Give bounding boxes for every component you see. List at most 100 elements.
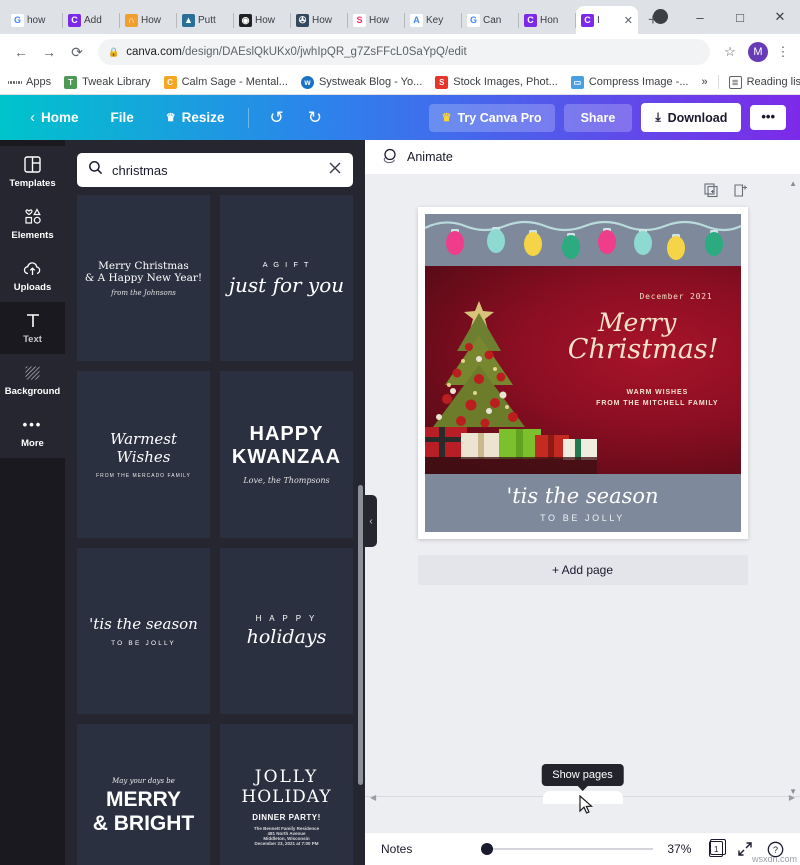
sidebar-label: Elements <box>11 230 54 241</box>
bookmark-apps[interactable]: Apps <box>8 76 51 89</box>
template-line: 'tis the season <box>89 614 198 633</box>
browser-tab-active[interactable]: C I ✕ <box>576 6 638 34</box>
template-line: from the Johnsons <box>111 288 176 297</box>
templates-scroll[interactable]: Merry Christmas & A Happy New Year! from… <box>65 195 365 865</box>
share-button[interactable]: Share <box>563 103 633 132</box>
bookmarks-overflow-button[interactable]: » <box>701 76 707 88</box>
kebab-menu-icon[interactable]: ⋮ <box>774 45 792 58</box>
browser-tab[interactable]: C Add <box>63 6 120 34</box>
back-icon[interactable]: ← <box>8 39 34 65</box>
maximize-button[interactable]: □ <box>720 10 760 25</box>
bookmark-item[interactable]: w Systweak Blog - Yo... <box>300 75 422 89</box>
template-card[interactable]: May your days be MERRY & BRIGHT <box>77 723 210 865</box>
design-page[interactable]: December 2021 Merry Christmas! WARM WISH… <box>417 207 748 539</box>
home-button[interactable]: ‹ Home <box>14 109 95 126</box>
warm-line-1: WARM WISHES <box>626 389 689 396</box>
bookmark-item[interactable]: ▭ Compress Image -... <box>570 75 688 89</box>
more-options-button[interactable]: ••• <box>750 105 786 130</box>
browser-tab[interactable]: A Key <box>405 6 462 34</box>
canvas-area[interactable]: ▲ December 2021 Merry Christmas! WARM WI… <box>365 175 800 832</box>
sidebar-item-background[interactable]: Background <box>0 354 65 406</box>
google-icon: G <box>467 13 480 27</box>
star-icon[interactable]: ☆ <box>718 44 742 60</box>
profile-indicator-icon[interactable] <box>653 9 668 24</box>
browser-tab[interactable]: Ghow <box>6 6 63 34</box>
browser-tab[interactable]: ▲ Putt <box>177 6 234 34</box>
expand-arrows-icon[interactable] <box>737 841 753 857</box>
reading-list-button[interactable]: ≣ Reading list <box>728 75 800 89</box>
close-icon[interactable]: ✕ <box>624 14 633 27</box>
template-line: Merry Christmas <box>98 259 189 272</box>
minimize-button[interactable]: – <box>680 10 720 25</box>
browser-tab[interactable]: C Hon <box>519 6 576 34</box>
zoom-slider[interactable] <box>481 843 654 855</box>
canva-toolbar: ‹ Home File ♛ Resize ↺ ↻ ♛ Try Canva Pro… <box>0 95 800 140</box>
browser-tab[interactable]: G Can <box>462 6 519 34</box>
crown-icon: ♛ <box>165 112 176 124</box>
undo-icon[interactable]: ↺ <box>257 108 295 128</box>
try-canva-pro-button[interactable]: ♛ Try Canva Pro <box>428 103 555 132</box>
sidebar-item-uploads[interactable]: Uploads <box>0 250 65 302</box>
resize-button[interactable]: ♛ Resize <box>150 110 241 125</box>
reading-list-label: Reading list <box>746 76 800 88</box>
sidebar-item-templates[interactable]: Templates <box>0 146 65 198</box>
sidebar-item-text[interactable]: Text <box>0 302 65 354</box>
scroll-up-arrow[interactable]: ▲ <box>789 179 797 188</box>
search-box[interactable]: christmas <box>77 153 353 187</box>
search-input[interactable]: christmas <box>112 163 319 178</box>
scroll-left-arrow[interactable]: ◀ <box>370 793 376 802</box>
bookmark-item[interactable]: T Tweak Library <box>64 75 151 89</box>
zoom-slider-knob[interactable] <box>481 843 494 855</box>
file-menu-button[interactable]: File <box>95 110 150 125</box>
christmas-lights-banner <box>424 214 741 266</box>
template-card[interactable]: A G I F T just for you <box>220 195 353 362</box>
close-x-icon[interactable] <box>328 161 342 180</box>
add-page-icon[interactable] <box>733 183 748 203</box>
template-card[interactable]: Warmest Wishes FROM THE MERCADO FAMILY <box>77 371 210 538</box>
redo-icon[interactable]: ↻ <box>296 108 334 128</box>
avatar[interactable]: M <box>748 42 768 62</box>
template-card[interactable]: 'tis the season TO BE JOLLY <box>77 547 210 714</box>
templates-panel: christmas Merry Christmas & A Happy New … <box>65 140 377 865</box>
scroll-right-arrow[interactable]: ▶ <box>789 793 795 802</box>
forward-icon[interactable]: → <box>36 39 62 65</box>
reload-icon[interactable]: ⟳ <box>64 39 90 65</box>
zoom-slider-track[interactable] <box>493 848 654 850</box>
sidebar-item-more[interactable]: ••• More <box>0 406 65 458</box>
zoom-level[interactable]: 37% <box>667 842 691 856</box>
notes-button[interactable]: Notes <box>381 842 412 856</box>
duplicate-page-icon[interactable] <box>703 183 719 203</box>
divider <box>717 75 719 89</box>
panel-scrollbar[interactable] <box>358 485 363 785</box>
template-card[interactable]: HAPPY KWANZAA Love, the Thompsons <box>220 371 353 538</box>
sidebar-label: Background <box>4 386 61 397</box>
template-line: just for you <box>228 272 345 297</box>
browser-tab[interactable]: S How <box>348 6 405 34</box>
footer-script-text: 'tis the season <box>506 483 659 508</box>
try-pro-label: Try Canva Pro <box>457 110 542 125</box>
status-bar: Notes 37% 1 ? <box>365 832 800 865</box>
template-card[interactable]: JOLLY HOLIDAY DINNER PARTY! The Bennett … <box>220 723 353 865</box>
bookmark-item[interactable]: S Stock Images, Phot... <box>435 75 558 89</box>
close-window-button[interactable]: ✕ <box>760 9 800 25</box>
window-controls: – □ ✕ <box>680 0 800 34</box>
search-area: christmas <box>65 140 365 195</box>
animate-label[interactable]: Animate <box>407 150 453 164</box>
canva-icon: C <box>581 13 594 27</box>
browser-tab[interactable]: ✇ How <box>291 6 348 34</box>
tab-label: Can <box>483 14 502 26</box>
add-page-button[interactable]: + Add page <box>417 555 748 585</box>
adwords-icon: A <box>410 13 423 27</box>
download-button[interactable]: ⤓ Download <box>641 103 742 132</box>
crown-icon: ♛ <box>441 112 452 124</box>
pages-stack-icon[interactable]: 1 <box>709 839 726 857</box>
address-bar[interactable]: 🔒 canva.com/design/DAEslQkUKx0/jwhIpQR_g… <box>98 39 710 65</box>
template-line: December 23, 2021 at 7:00 PM <box>254 841 319 847</box>
template-card[interactable]: Merry Christmas & A Happy New Year! from… <box>77 195 210 362</box>
sidebar-item-elements[interactable]: Elements <box>0 198 65 250</box>
bookmark-item[interactable]: C Calm Sage - Mental... <box>163 75 288 89</box>
template-card[interactable]: H A P P Y holidays <box>220 547 353 714</box>
browser-tab[interactable]: ◉ How <box>234 6 291 34</box>
browser-tab[interactable]: ∩ How <box>120 6 177 34</box>
collapse-panel-button[interactable]: ‹ <box>365 495 377 547</box>
